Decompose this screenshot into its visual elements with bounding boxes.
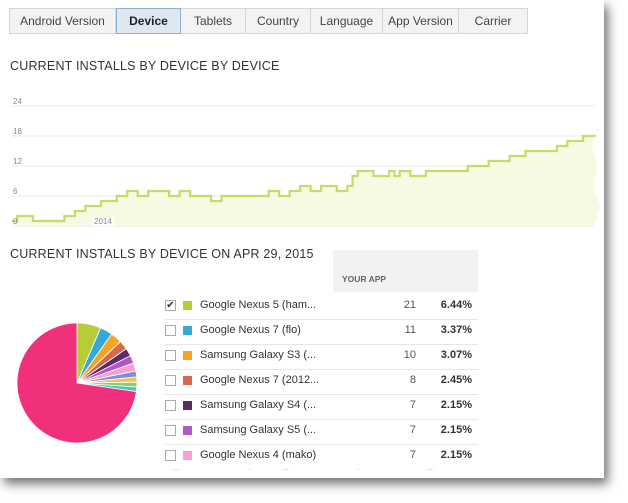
color-swatch (183, 401, 192, 410)
y-tick-label: 0 (13, 217, 18, 226)
color-swatch (183, 376, 192, 385)
table-row[interactable]: Google Nexus 7 (flo) 11 3.37% (165, 319, 478, 345)
tab-country[interactable]: Country (246, 8, 311, 34)
install-count: 10 (403, 349, 416, 361)
tab-app-version[interactable]: App Version (383, 8, 459, 34)
torn-edge-right (592, 0, 604, 478)
table-row[interactable]: Samsung Galaxy S3 (... 10 3.07% (165, 344, 478, 370)
y-tick-label: 12 (13, 157, 22, 166)
y-tick-label: 6 (13, 187, 18, 196)
install-percentage: 2.45% (440, 374, 472, 386)
tab-device[interactable]: Device (116, 8, 181, 34)
tab-language[interactable]: Language (311, 8, 383, 34)
row-checkbox[interactable] (165, 325, 176, 336)
install-percentage: 3.07% (440, 349, 472, 361)
installs-on-date-heading: CURRENT INSTALLS BY DEVICE ON APR 29, 20… (10, 247, 314, 261)
y-tick-labels: 0 6 12 18 24 (13, 97, 22, 226)
table-row[interactable]: Samsung Galaxy S5 (... 7 2.15% (165, 419, 478, 445)
install-percentage: 2.15% (440, 399, 472, 411)
checkmark-icon: ✔ (166, 300, 175, 311)
installs-area-chart: 0 6 12 18 24 2014 (12, 97, 604, 227)
color-swatch (183, 426, 192, 435)
install-percentage: 6.44% (440, 299, 472, 311)
device-name: Google Nexus 7 (flo) (200, 324, 301, 336)
install-count: 11 (404, 324, 416, 336)
row-checkbox[interactable] (165, 350, 176, 361)
row-checkbox[interactable]: ✔ (165, 300, 176, 311)
install-count: 8 (409, 374, 416, 386)
color-swatch (183, 301, 192, 310)
x-annotation-label: 2014 (94, 217, 112, 226)
tab-carrier[interactable]: Carrier (459, 8, 528, 34)
install-count: 21 (403, 299, 416, 311)
install-count: 7 (409, 399, 416, 411)
device-share-pie (16, 322, 138, 444)
tab-android-version[interactable]: Android Version (9, 8, 116, 34)
color-swatch (183, 326, 192, 335)
torn-edge-bottom (0, 461, 604, 478)
y-tick-label: 18 (13, 127, 22, 136)
device-name: Samsung Galaxy S5 (... (200, 424, 317, 436)
device-name: Google Nexus 7 (2012... (200, 374, 320, 386)
row-checkbox[interactable] (165, 375, 176, 386)
device-name: Samsung Galaxy S3 (... (200, 349, 317, 361)
installs-area (12, 131, 604, 226)
x-annotation: 2014 (92, 217, 115, 226)
row-checkbox[interactable] (165, 425, 176, 436)
install-count: 7 (409, 424, 416, 436)
color-swatch (183, 351, 192, 360)
analytics-panel: Android Version Device Tablets Country L… (0, 0, 604, 478)
installs-by-device-heading: CURRENT INSTALLS BY DEVICE BY DEVICE (10, 59, 280, 73)
y-tick-label: 24 (13, 97, 22, 106)
device-name: Samsung Galaxy S4 (... (200, 399, 317, 411)
install-percentage: 3.37% (440, 324, 472, 336)
your-app-column-header: YOUR APP (333, 250, 478, 292)
device-name: Google Nexus 5 (ham... (200, 299, 317, 311)
dimension-tabs: Android Version Device Tablets Country L… (9, 8, 528, 34)
table-row[interactable]: ✔ Google Nexus 5 (ham... 21 6.44% (165, 294, 478, 320)
table-row[interactable]: Samsung Galaxy S4 (... 7 2.15% (165, 394, 478, 420)
row-checkbox[interactable] (165, 400, 176, 411)
install-percentage: 2.15% (440, 424, 472, 436)
table-row[interactable]: Google Nexus 7 (2012... 8 2.45% (165, 369, 478, 395)
tab-tablets[interactable]: Tablets (181, 8, 246, 34)
your-app-label: YOUR APP (342, 274, 387, 284)
